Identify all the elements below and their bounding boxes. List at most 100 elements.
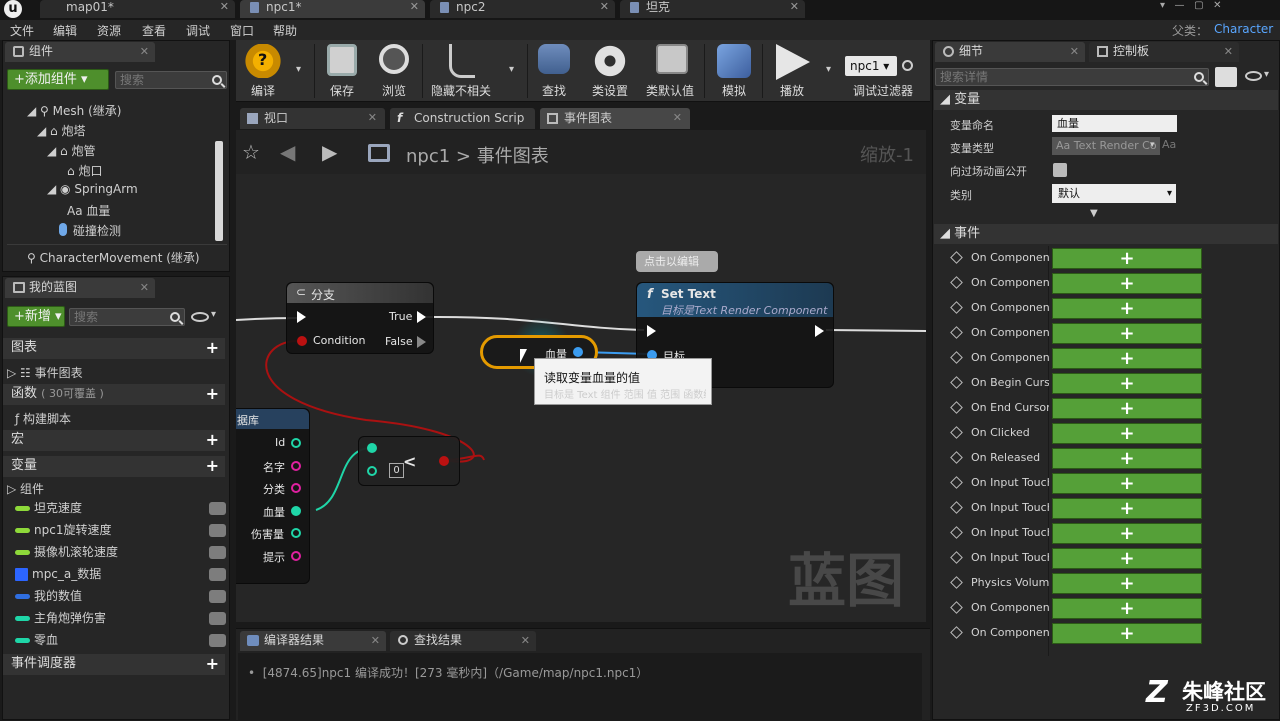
property-matrix-icon[interactable]	[1215, 67, 1237, 87]
simulate-button[interactable]	[712, 44, 756, 82]
menu-edit[interactable]: 编辑	[53, 22, 77, 39]
struct-pin-name[interactable]	[291, 461, 301, 471]
event-add-button[interactable]: +	[1052, 573, 1202, 594]
menu-asset[interactable]: 资源	[97, 22, 121, 39]
add-component-button[interactable]: +添加组件 ▾	[7, 69, 109, 90]
graph-canvas[interactable]: ☆ ◀ ▶ npc1 > 事件图表 缩放-1 分支 ⊂ True Conditio…	[236, 130, 926, 622]
variables-section-header[interactable]: 变量 +	[3, 456, 225, 477]
variable-visibility-icon[interactable]	[209, 590, 226, 603]
expose-cinematics-checkbox[interactable]	[1053, 163, 1067, 177]
doc-tab-npc2[interactable]: ✕ npc2	[430, 0, 615, 18]
event-add-button[interactable]: +	[1052, 373, 1202, 394]
event-add-button[interactable]: +	[1052, 598, 1202, 619]
debug-object-select[interactable]: npc1 ▾	[845, 56, 897, 76]
find-button[interactable]	[534, 44, 574, 78]
parent-class-link[interactable]: Character	[1214, 22, 1273, 36]
details-visibility-eye-icon[interactable]	[1245, 71, 1262, 81]
window-controls[interactable]: ▾ — ▢ ✕	[1160, 0, 1280, 12]
debug-search-icon[interactable]	[902, 60, 913, 71]
variable-get-out-pin[interactable]	[573, 347, 583, 357]
variable-visibility-icon[interactable]	[209, 546, 226, 559]
variable-section-header[interactable]: ◢ 变量	[934, 90, 1278, 110]
compare-input-a-pin[interactable]	[367, 443, 377, 453]
components-search-input[interactable]: 搜索	[115, 71, 227, 89]
doc-tab-npc1[interactable]: ✕ npc1*	[240, 0, 425, 18]
tab-find-results[interactable]: 查找结果 ✕	[390, 631, 536, 651]
menu-window[interactable]: 窗口	[230, 22, 254, 39]
components-scrollbar[interactable]	[215, 141, 223, 241]
add-function-icon[interactable]: +	[206, 386, 219, 402]
struct-break-node[interactable]: 据库 Id 名字 分类 血量 伤害量 提示	[236, 408, 310, 584]
branch-condition-pin[interactable]	[297, 336, 307, 346]
functions-section-header[interactable]: 函数 ( 30可覆盖 ) +	[3, 384, 225, 405]
compare-value-field[interactable]: 0	[389, 463, 404, 478]
branch-exec-in-pin[interactable]	[297, 311, 306, 323]
tab-event-graph[interactable]: 事件图表 ✕	[540, 108, 690, 129]
event-add-button[interactable]: +	[1052, 523, 1202, 544]
tree-item-health[interactable]: Aa 血量	[67, 202, 110, 219]
tree-item-turret[interactable]: ◢ ⌂ 炮塔	[37, 122, 86, 139]
construction-script-item[interactable]: ƒ 构建脚本	[15, 410, 71, 427]
browse-button[interactable]	[372, 44, 416, 78]
comment-bubble[interactable]: 点击以编辑	[636, 251, 718, 272]
advanced-expander-icon[interactable]: ▼	[1090, 208, 1098, 219]
menu-file[interactable]: 文件	[10, 22, 34, 39]
menu-debug[interactable]: 调试	[186, 22, 210, 39]
tab-details[interactable]: 细节 ✕	[935, 42, 1085, 62]
unreal-logo-icon[interactable]: u	[4, 0, 22, 18]
tab-palette[interactable]: 控制板 ✕	[1089, 42, 1239, 62]
struct-pin-health[interactable]	[291, 506, 301, 516]
variable-visibility-icon[interactable]	[209, 568, 226, 581]
variable-row[interactable]: 我的数值	[15, 587, 82, 605]
event-add-button[interactable]: +	[1052, 298, 1202, 319]
tree-item-mesh[interactable]: ◢ ⚲ Mesh (继承)	[27, 102, 121, 119]
variable-visibility-icon[interactable]	[209, 524, 226, 537]
event-add-button[interactable]: +	[1052, 323, 1202, 344]
variable-row[interactable]: 主角炮弹伤害	[15, 609, 106, 627]
class-defaults-button[interactable]	[650, 44, 694, 78]
var-type-chevron-icon[interactable]: ▾	[1150, 140, 1155, 150]
struct-pin-hint[interactable]	[291, 551, 301, 561]
event-add-button[interactable]: +	[1052, 398, 1202, 419]
variable-visibility-icon[interactable]	[209, 502, 226, 515]
play-button[interactable]	[768, 44, 816, 84]
close-icon[interactable]: ✕	[368, 108, 377, 128]
event-add-button[interactable]: +	[1052, 498, 1202, 519]
variable-row[interactable]: npc1旋转速度	[15, 521, 111, 539]
event-graph-item[interactable]: ▷ ☷ 事件图表	[7, 364, 83, 381]
variable-visibility-icon[interactable]	[209, 612, 226, 625]
compare-output-pin[interactable]	[439, 456, 449, 466]
add-variable-icon[interactable]: +	[206, 458, 219, 474]
event-add-button[interactable]: +	[1052, 623, 1202, 644]
components-group-item[interactable]: ▷ 组件	[7, 480, 44, 497]
tree-item-collision[interactable]: 碰撞检测	[59, 222, 121, 239]
category-select[interactable]: 默认 ▾	[1052, 184, 1176, 203]
variable-row[interactable]: 摄像机滚轮速度	[15, 543, 118, 561]
branch-node[interactable]: 分支 ⊂ True Condition False	[286, 282, 434, 354]
components-tab[interactable]: 组件 ✕	[5, 42, 155, 62]
struct-pin-id[interactable]	[291, 438, 301, 448]
doc-tab-tank[interactable]: ✕ 坦克	[620, 0, 805, 18]
var-name-input[interactable]: 血量	[1052, 115, 1177, 132]
variable-row[interactable]: mpc_a_数据	[15, 565, 101, 583]
menu-help[interactable]: 帮助	[273, 22, 297, 39]
chevron-down-icon[interactable]: ▾	[211, 309, 216, 320]
tree-item-springarm[interactable]: ◢ ◉ SpringArm	[47, 182, 138, 196]
dispatchers-section-header[interactable]: 事件调度器 +	[3, 654, 225, 675]
variable-row[interactable]: 坦克速度	[15, 499, 82, 517]
add-dispatcher-icon[interactable]: +	[206, 656, 219, 672]
tree-item-charactermovement[interactable]: ⚲ CharacterMovement (继承)	[27, 249, 200, 266]
branch-true-pin[interactable]	[417, 311, 426, 323]
event-add-button[interactable]: +	[1052, 548, 1202, 569]
close-icon[interactable]: ✕	[673, 108, 682, 128]
tree-item-barrel[interactable]: ◢ ⌂ 炮管	[47, 142, 96, 159]
struct-pin-category[interactable]	[291, 483, 301, 493]
visibility-eye-icon[interactable]	[191, 312, 209, 322]
compile-button[interactable]: ?	[240, 44, 286, 82]
compare-input-b-pin[interactable]	[367, 466, 377, 476]
var-type-select[interactable]: Aa Text Render Co	[1052, 137, 1160, 155]
details-search-input[interactable]: 搜索详情	[935, 68, 1209, 86]
events-section-header[interactable]: ◢ 事件	[934, 224, 1278, 244]
save-button[interactable]	[322, 44, 362, 80]
event-add-button[interactable]: +	[1052, 248, 1202, 269]
